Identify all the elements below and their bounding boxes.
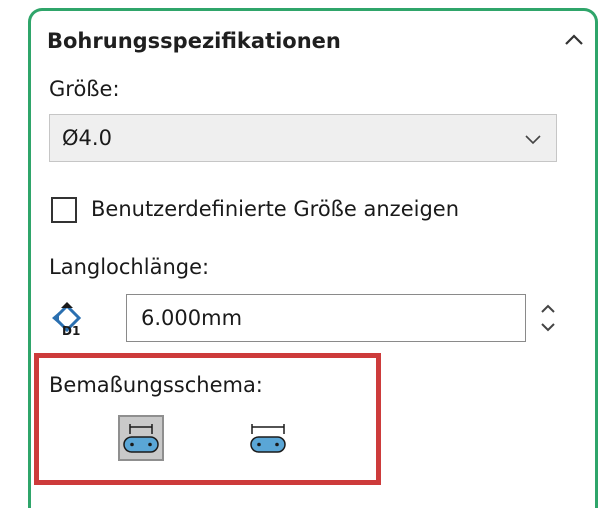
size-label: Größe: [49,77,120,101]
dimension-scheme-label: Bemaßungsschema: [49,373,263,397]
slot-center-dimension-icon [123,424,159,453]
slot-length-label: Langlochlänge: [49,255,210,279]
dimension-icon: D1 [49,298,85,338]
custom-size-checkbox[interactable] [51,197,77,223]
spinner-icon[interactable] [536,297,560,339]
custom-size-label[interactable]: Benutzerdefinierte Größe anzeigen [91,197,459,221]
size-dropdown-value: Ø4.0 [62,126,112,150]
slot-overall-dimension-button[interactable] [245,415,291,461]
panel-header[interactable]: Bohrungsspezifikationen [47,21,587,61]
hole-spec-panel: Bohrungsspezifikationen Größe: Ø4.0 Benu… [28,8,598,508]
slot-length-value: 6.000mm [141,306,243,330]
slot-length-input[interactable]: 6.000mm [126,294,526,342]
chevron-up-icon[interactable] [561,27,587,53]
size-dropdown[interactable]: Ø4.0 [49,114,557,162]
slot-center-dimension-button[interactable] [118,415,164,461]
panel-title: Bohrungsspezifikationen [47,29,341,53]
chevron-down-icon [522,129,544,149]
dimension-icon-text: D1 [62,324,80,338]
slot-overall-dimension-icon [250,424,286,453]
